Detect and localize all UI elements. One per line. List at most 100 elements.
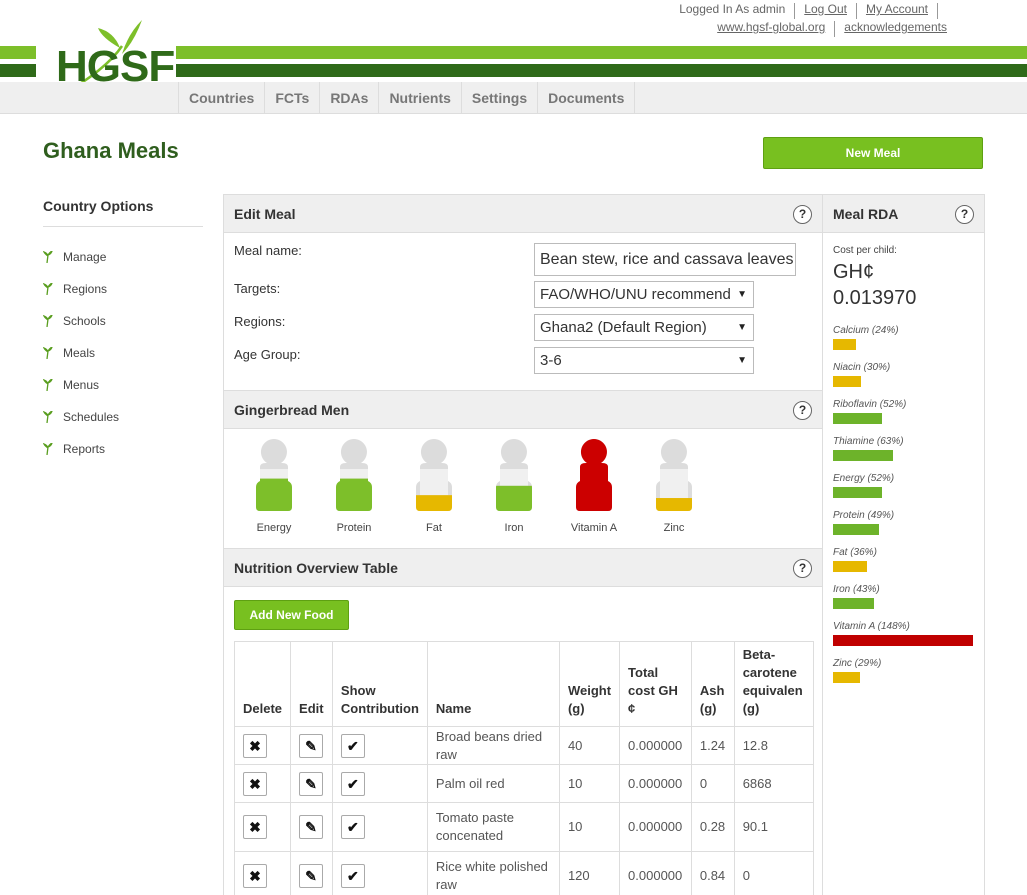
sidebar-item-schedules[interactable]: Schedules bbox=[43, 401, 203, 433]
panel-title: Edit Meal bbox=[234, 206, 296, 222]
column-header-name: Name bbox=[426, 641, 560, 727]
pencil-icon[interactable]: ✎ bbox=[299, 733, 324, 758]
rda-label: Protein (49%) bbox=[833, 510, 895, 521]
cost-amount: 0.013970 bbox=[833, 287, 917, 309]
gingerbread-label: Vitamin A bbox=[570, 522, 618, 534]
edit-cell: ✎ bbox=[290, 764, 333, 803]
rda-item: Riboflavin (52%) bbox=[833, 399, 983, 424]
sidebar-item-menus[interactable]: Menus bbox=[43, 369, 203, 401]
my-account-link[interactable]: My Account bbox=[866, 0, 928, 18]
rda-label: Niacin (30%) bbox=[833, 362, 891, 373]
delete-icon[interactable]: ✖ bbox=[243, 864, 267, 888]
targets-select[interactable]: FAO/WHO/UNU recommend ▼ bbox=[534, 281, 754, 308]
acknowledgements-link[interactable]: acknowledgements bbox=[844, 18, 947, 36]
person-icon bbox=[416, 439, 452, 511]
weight-cell: 40 bbox=[558, 726, 621, 765]
sidebar-item-manage[interactable]: Manage bbox=[43, 241, 203, 273]
tab-fcts[interactable]: FCTs bbox=[264, 82, 319, 114]
rda-label: Energy (52%) bbox=[833, 473, 895, 484]
rda-label: Vitamin A (148%) bbox=[833, 621, 910, 632]
delete-cell: ✖ bbox=[234, 851, 292, 895]
currency: GH¢ bbox=[833, 261, 875, 283]
help-icon[interactable]: ? bbox=[955, 205, 974, 224]
pencil-icon[interactable]: ✎ bbox=[299, 815, 324, 839]
nutrition-table-wrapper[interactable]: Delete Edit Show Contribution Name Weight… bbox=[234, 641, 814, 895]
checkmark-icon[interactable]: ✔ bbox=[340, 864, 365, 888]
sprout-icon bbox=[43, 283, 53, 295]
regions-select[interactable]: Ghana2 (Default Region) ▼ bbox=[534, 314, 754, 341]
rda-bar bbox=[833, 524, 879, 535]
rda-bar bbox=[833, 376, 861, 387]
food-name: Broad beans dried raw bbox=[435, 728, 543, 762]
logout-link[interactable]: Log Out bbox=[804, 0, 847, 18]
header-line: cost GH bbox=[628, 683, 678, 698]
table-row: ✖ ✎ ✔ Rice white polished raw 120 0.00000… bbox=[234, 851, 814, 895]
sidebar-item-reports[interactable]: Reports bbox=[43, 433, 203, 465]
main-nav: Countries FCTs RDAs Nutrients Settings D… bbox=[0, 82, 1027, 114]
delete-icon[interactable]: ✖ bbox=[243, 733, 267, 758]
food-name-cell: Tomato paste concenated bbox=[426, 802, 560, 852]
edit-cell: ✎ bbox=[290, 726, 333, 765]
sidebar-item-meals[interactable]: Meals bbox=[43, 337, 203, 369]
rda-bar bbox=[833, 598, 874, 609]
divider bbox=[794, 3, 796, 19]
cost-cell: 0.000000 bbox=[619, 802, 692, 852]
food-name: Rice white polished bbox=[435, 859, 548, 874]
dropdown-arrow-icon: ▼ bbox=[737, 322, 747, 333]
show-cell: ✔ bbox=[331, 764, 428, 803]
cost-per-child-label: Cost per child: bbox=[833, 245, 897, 256]
sidebar-item-schools[interactable]: Schools bbox=[43, 305, 203, 337]
rda-bar bbox=[833, 672, 860, 683]
person-icon bbox=[256, 439, 292, 511]
panel-title: Meal RDA bbox=[833, 206, 899, 222]
rda-bar bbox=[833, 413, 882, 424]
help-icon[interactable]: ? bbox=[793, 401, 812, 420]
tab-settings[interactable]: Settings bbox=[460, 82, 537, 114]
delete-cell: ✖ bbox=[234, 802, 292, 852]
sidebar-item-label: Schedules bbox=[63, 410, 120, 424]
rda-bar bbox=[833, 635, 973, 646]
sidebar-item-label: Manage bbox=[63, 250, 107, 264]
tab-nutrients[interactable]: Nutrients bbox=[378, 82, 460, 114]
gingerbread-label: Energy bbox=[256, 522, 292, 534]
rda-item: Protein (49%) bbox=[833, 510, 983, 535]
checkmark-icon[interactable]: ✔ bbox=[340, 771, 365, 796]
food-name-line2: raw bbox=[435, 877, 457, 892]
tab-rdas[interactable]: RDAs bbox=[319, 82, 378, 114]
cost-cell: 0.000000 bbox=[619, 851, 692, 895]
gingerbread-man: Fat bbox=[404, 439, 464, 534]
checkmark-icon[interactable]: ✔ bbox=[340, 733, 365, 758]
help-icon[interactable]: ? bbox=[793, 205, 812, 224]
checkmark-icon[interactable]: ✔ bbox=[340, 815, 365, 839]
new-meal-button[interactable]: New Meal bbox=[763, 137, 983, 169]
add-new-food-button[interactable]: Add New Food bbox=[234, 600, 349, 630]
sidebar-item-label: Reports bbox=[63, 442, 106, 456]
help-icon[interactable]: ? bbox=[793, 559, 812, 578]
website-link[interactable]: www.hgsf-global.org bbox=[717, 18, 825, 36]
pencil-icon[interactable]: ✎ bbox=[299, 864, 324, 888]
gingerbread-man: Iron bbox=[484, 439, 544, 534]
delete-icon[interactable]: ✖ bbox=[243, 771, 267, 796]
meal-rda-header: Meal RDA ? bbox=[823, 195, 984, 233]
pencil-icon[interactable]: ✎ bbox=[299, 771, 324, 796]
delete-icon[interactable]: ✖ bbox=[243, 815, 267, 839]
header-line: (g) bbox=[567, 701, 585, 716]
sprout-icon bbox=[43, 379, 53, 391]
sidebar: Country Options Manage Regions Schools M… bbox=[43, 198, 203, 465]
sprout-icon bbox=[43, 443, 53, 455]
person-icon bbox=[336, 439, 372, 511]
meal-name-input[interactable]: Bean stew, rice and cassava leaves bbox=[534, 243, 796, 276]
sidebar-item-regions[interactable]: Regions bbox=[43, 273, 203, 305]
column-header-weight: Weight (g) bbox=[558, 641, 621, 727]
gingerbread-man: Zinc bbox=[644, 439, 704, 534]
table-row: ✖ ✎ ✔ Tomato paste concenated 10 0.000000… bbox=[234, 802, 814, 852]
age-group-select[interactable]: 3-6 ▼ bbox=[534, 347, 754, 374]
tab-countries[interactable]: Countries bbox=[178, 82, 264, 114]
rda-bar bbox=[833, 450, 893, 461]
tab-documents[interactable]: Documents bbox=[537, 82, 636, 114]
panel-title: Gingerbread Men bbox=[234, 402, 350, 418]
rda-item: Iron (43%) bbox=[833, 584, 983, 609]
rda-label: Iron (43%) bbox=[833, 584, 880, 595]
cost-cell: 0.000000 bbox=[619, 726, 692, 765]
beta-cell: 0 bbox=[733, 851, 814, 895]
